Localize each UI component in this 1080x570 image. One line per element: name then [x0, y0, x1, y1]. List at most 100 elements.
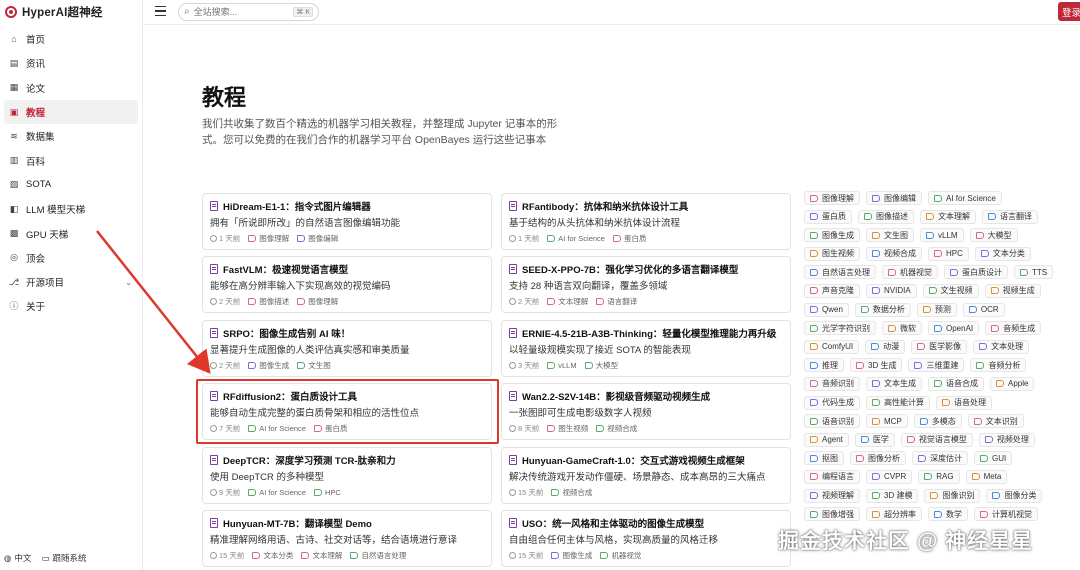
tag-chip[interactable]: 图像生成 — [804, 228, 860, 243]
tag-chip[interactable]: 3D 建模 — [866, 488, 919, 503]
tag-chip[interactable]: 深度估计 — [912, 451, 968, 466]
tutorial-tag[interactable]: 图像编辑 — [297, 233, 338, 244]
tag-chip[interactable]: 图生视频 — [804, 246, 860, 261]
tag-chip[interactable]: 三维重建 — [908, 358, 965, 373]
tag-chip[interactable]: 文生视频 — [922, 283, 979, 298]
tag-chip[interactable]: 文本理解 — [920, 209, 976, 224]
tutorial-tag[interactable]: 自然语言处理 — [350, 550, 406, 561]
tag-chip[interactable]: 视频理解 — [804, 488, 860, 503]
tag-chip[interactable]: ComfyUI — [804, 339, 860, 354]
tutorial-tag[interactable]: 文本分类 — [252, 550, 293, 561]
tutorial-tag[interactable]: 蛋白质 — [612, 233, 646, 244]
tutorial-card[interactable]: Hunyuan-MT-7B：翻译模型 Demo 精准理解网络用语、古诗、社交对话等… — [202, 510, 492, 567]
sidebar-item[interactable]: ◎ 顶会 — [4, 246, 138, 270]
tutorial-card[interactable]: DeepTCR：深度学习预测 TCR-肽亲和力 使用 DeepTCR 的多种模型 9… — [202, 447, 492, 504]
menu-toggle-button[interactable] — [155, 6, 166, 16]
tag-chip[interactable]: vLLM — [920, 228, 964, 243]
tag-chip[interactable]: RAG — [918, 469, 960, 484]
tag-chip[interactable]: AI for Science — [928, 191, 1002, 205]
tag-chip[interactable]: 蛋白质设计 — [944, 265, 1008, 280]
tutorial-tag[interactable]: 机器视觉 — [600, 550, 641, 561]
tag-chip[interactable]: 机器视觉 — [882, 265, 938, 280]
tag-chip[interactable]: 微软 — [882, 321, 922, 336]
tag-chip[interactable]: Agent — [804, 432, 849, 447]
tag-chip[interactable]: 语言翻译 — [982, 209, 1038, 224]
tag-chip[interactable]: NVIDIA — [866, 283, 917, 298]
tutorial-tag[interactable]: 图像生成 — [248, 360, 289, 371]
tutorial-tag[interactable]: 视频合成 — [551, 487, 592, 498]
tag-chip[interactable]: 图像分类 — [986, 488, 1043, 503]
tag-chip[interactable]: 预测 — [916, 302, 957, 317]
tag-chip[interactable]: 高性能计算 — [866, 395, 930, 410]
brand[interactable]: HyperAI超神经 — [5, 4, 103, 20]
sidebar-item[interactable]: ▩ GPU 天梯 — [4, 221, 138, 245]
tag-chip[interactable]: 推理 — [804, 358, 844, 373]
tutorial-tag[interactable]: 大模型 — [584, 360, 618, 371]
tag-chip[interactable]: 视频合成 — [866, 246, 922, 261]
tag-chip[interactable]: 图像编辑 — [866, 191, 922, 205]
tag-chip[interactable]: 视频生成 — [984, 283, 1041, 298]
tag-chip[interactable]: 语音合成 — [928, 376, 984, 391]
tutorial-card[interactable]: SRPO：图像生成告别 AI 味！ 显著提升生成图像的人类评估真实感和审美质量 2 … — [202, 320, 492, 377]
tag-chip[interactable]: 多模态 — [913, 414, 962, 429]
theme-switcher[interactable]: ▭ 跟随系统 — [41, 552, 86, 564]
sidebar-item[interactable]: ⓘ 关于 — [4, 294, 138, 318]
tag-chip[interactable]: 超分辨率 — [866, 507, 922, 522]
tag-chip[interactable]: 声音克隆 — [804, 283, 860, 298]
tag-chip[interactable]: 视觉语言模型 — [900, 432, 973, 447]
tag-chip[interactable]: 数学 — [928, 507, 968, 522]
tutorial-tag[interactable]: 图像理解 — [297, 296, 338, 307]
tag-chip[interactable]: HPC — [928, 246, 969, 261]
tag-chip[interactable]: 数据分析 — [854, 302, 911, 317]
sidebar-item[interactable]: ⎇ 开源项目 ⌄ — [4, 270, 138, 294]
tag-chip[interactable]: Qwen — [804, 302, 849, 317]
tag-chip[interactable]: 编程语言 — [804, 469, 860, 484]
sidebar-item[interactable]: ⌂ 首页 — [4, 27, 138, 51]
tutorial-tag[interactable]: 图像生成 — [551, 550, 592, 561]
tutorial-card[interactable]: USO：统一风格和主体驱动的图像生成模型 自由组合任何主体与风格，实现高质量的风格… — [501, 510, 791, 567]
tag-chip[interactable]: MCP — [866, 414, 908, 429]
tutorial-tag[interactable]: AI for Science — [248, 488, 306, 497]
sidebar-item[interactable]: ≋ 数据集 — [4, 124, 138, 148]
sidebar-item[interactable]: ▥ 百科 — [4, 148, 138, 172]
tag-chip[interactable]: 音频识别 — [804, 376, 860, 391]
tag-chip[interactable]: 文本识别 — [967, 414, 1024, 429]
tag-chip[interactable]: 音频分析 — [970, 358, 1027, 373]
tag-chip[interactable]: CVPR — [866, 469, 913, 484]
tag-chip[interactable]: 抠图 — [804, 451, 844, 466]
tag-chip[interactable]: 医学影像 — [911, 339, 968, 354]
tag-chip[interactable]: 医学 — [854, 432, 895, 447]
tag-chip[interactable]: 文本处理 — [973, 339, 1030, 354]
tag-chip[interactable]: 文本生成 — [866, 376, 922, 391]
tag-chip[interactable]: 3D 生成 — [850, 358, 903, 373]
tag-chip[interactable]: OpenAI — [928, 321, 980, 336]
tag-chip[interactable]: 视频处理 — [978, 432, 1035, 447]
tutorial-tag[interactable]: AI for Science — [547, 234, 605, 243]
tutorial-card[interactable]: RFantibody：抗体和纳米抗体设计工具 基于结构的从头抗体和纳米抗体设计流程… — [501, 193, 791, 250]
tag-chip[interactable]: 文本分类 — [974, 246, 1031, 261]
sidebar-item[interactable]: ▣ 教程 — [4, 99, 138, 125]
tag-chip[interactable]: 蛋白质 — [804, 209, 852, 224]
tag-chip[interactable]: Meta — [965, 469, 1008, 484]
tutorial-tag[interactable]: 文生图 — [297, 360, 331, 371]
tag-chip[interactable]: 图像描述 — [858, 209, 914, 224]
tag-chip[interactable]: GUI — [974, 451, 1013, 466]
tag-chip[interactable]: 文生图 — [866, 228, 914, 243]
tag-chip[interactable]: TTS — [1014, 265, 1054, 280]
tag-chip[interactable]: 音频生成 — [985, 321, 1042, 336]
tag-chip[interactable]: 图像理解 — [804, 191, 860, 205]
search-input[interactable] — [193, 7, 284, 17]
sidebar-item[interactable]: ◧ LLM 模型天梯 — [4, 197, 138, 221]
tag-chip[interactable]: 动漫 — [865, 339, 906, 354]
tutorial-tag[interactable]: 图像理解 — [248, 233, 289, 244]
tutorial-card[interactable]: HiDream-E1-1：指令式图片编辑器 拥有「所说即所改」的自然语言图像编辑功… — [202, 193, 492, 250]
tutorial-card[interactable]: Hunyuan-GameCraft-1.0：交互式游戏视频生成框架 解决传统游戏开… — [501, 447, 791, 504]
login-button[interactable]: 登录 — [1058, 2, 1080, 21]
tag-chip[interactable]: Apple — [990, 376, 1035, 391]
language-switcher[interactable]: ◍ 中文 — [4, 552, 31, 564]
tag-chip[interactable]: 代码生成 — [804, 395, 860, 410]
tag-chip[interactable]: 自然语言处理 — [804, 265, 876, 280]
tag-chip[interactable]: 语音处理 — [936, 395, 992, 410]
sidebar-item[interactable]: ▤ 资讯 — [4, 51, 138, 75]
tutorial-tag[interactable]: 图像描述 — [248, 296, 289, 307]
